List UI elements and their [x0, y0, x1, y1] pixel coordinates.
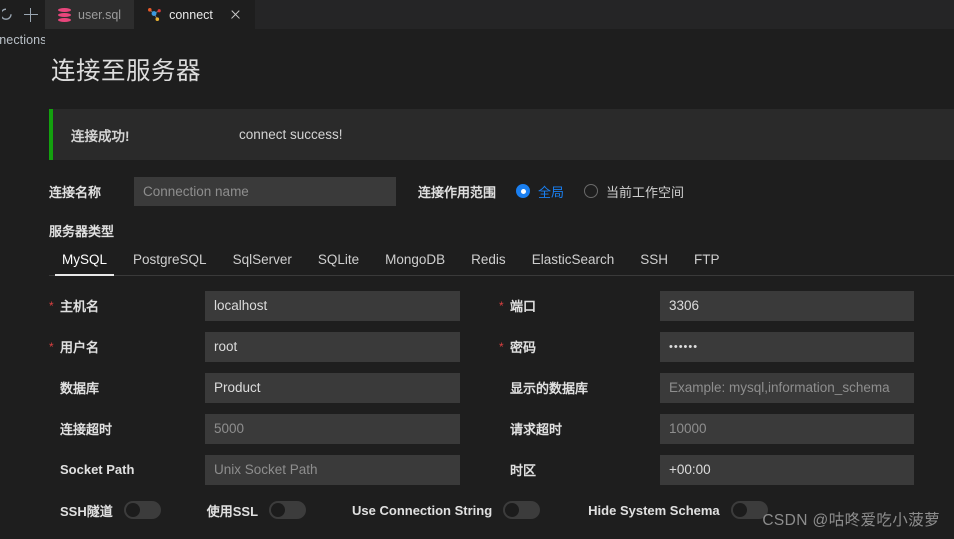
tab-mongodb[interactable]: MongoDB	[372, 246, 458, 275]
server-type-tabs: MySQL PostgreSQL SqlServer SQLite MongoD…	[49, 246, 954, 276]
use-connection-string-label: Use Connection String	[352, 502, 493, 518]
host-label: 主机名	[60, 299, 100, 314]
alert-title: 连接成功!	[71, 128, 130, 144]
toggle-use-ssl: 使用SSL	[206, 501, 307, 520]
toggle-ssh-tunnel: SSH隧道	[60, 501, 161, 520]
field-show-databases: * 显示的数据库	[499, 372, 954, 403]
radio-label: 全局	[538, 184, 565, 200]
tab-mysql[interactable]: MySQL	[49, 246, 120, 276]
username-label: 用户名	[60, 340, 100, 355]
timezone-input[interactable]	[660, 454, 914, 485]
use-ssl-label: 使用SSL	[206, 503, 259, 519]
ssh-tunnel-switch[interactable]	[123, 501, 161, 519]
connection-form: 连接名称 连接作用范围 全局 当前工作空间 服务器类型 MySQL	[45, 176, 954, 539]
connection-name-row: 连接名称 连接作用范围 全局 当前工作空间	[49, 176, 954, 206]
radio-scope-workspace[interactable]: 当前工作空间	[584, 182, 684, 201]
tab-elasticsearch[interactable]: ElasticSearch	[519, 246, 628, 275]
database-icon	[58, 7, 71, 22]
tab-label: connect	[169, 7, 213, 22]
add-connection-icon[interactable]	[23, 7, 39, 23]
tab-connect[interactable]: connect	[134, 0, 255, 29]
connection-dialog-window: Connections user.sql connect	[0, 0, 954, 539]
username-input[interactable]	[205, 331, 460, 362]
network-graph-icon	[147, 7, 162, 22]
field-row-host-port: * 主机名 * 端口	[49, 290, 954, 321]
hide-system-schema-label: Hide System Schema	[588, 502, 720, 518]
connect-timeout-input[interactable]	[205, 413, 460, 444]
radio-label: 当前工作空间	[606, 184, 685, 200]
password-label: 密码	[510, 340, 537, 355]
password-input[interactable]	[660, 331, 914, 362]
field-connect-timeout: * 连接超时	[49, 413, 499, 444]
host-input[interactable]	[205, 290, 460, 321]
field-row-user-password: * 用户名 * 密码	[49, 331, 954, 362]
field-password: * 密码	[499, 331, 954, 362]
required-marker: *	[49, 298, 54, 313]
rail-icon-group	[0, 0, 45, 29]
tab-ssh[interactable]: SSH	[627, 246, 681, 275]
field-host: * 主机名	[49, 290, 499, 321]
alert-message: connect success!	[239, 127, 343, 142]
connect-timeout-label: 连接超时	[60, 422, 113, 437]
rail-label: Connections	[0, 33, 45, 47]
tab-redis[interactable]: Redis	[458, 246, 519, 275]
request-timeout-label: 请求超时	[510, 422, 563, 437]
port-label: 端口	[510, 299, 537, 314]
field-row-timeouts: * 连接超时 * 请求超时	[49, 413, 954, 444]
tab-sqlserver[interactable]: SqlServer	[220, 246, 305, 275]
tab-bar-empty-space	[254, 0, 954, 29]
show-databases-input[interactable]	[660, 372, 914, 403]
close-icon[interactable]	[229, 8, 242, 21]
connection-page: 连接至服务器 连接成功! connect success! 连接名称 连接作用范…	[45, 29, 954, 539]
status-alert: 连接成功! connect success!	[49, 109, 954, 160]
radio-button-icon	[516, 184, 531, 198]
refresh-icon[interactable]	[2, 7, 17, 22]
radio-scope-global[interactable]: 全局	[516, 182, 564, 201]
left-rail: Connections	[0, 0, 45, 539]
tab-ftp[interactable]: FTP	[681, 246, 733, 275]
request-timeout-input[interactable]	[660, 413, 914, 444]
ssh-tunnel-label: SSH隧道	[60, 503, 113, 519]
connection-name-input[interactable]	[134, 176, 396, 206]
show-databases-label: 显示的数据库	[510, 381, 589, 396]
field-username: * 用户名	[49, 331, 499, 362]
tab-bar: user.sql connect	[45, 0, 954, 29]
toggle-hide-system-schema: Hide System Schema	[588, 501, 768, 519]
page-title: 连接至服务器	[51, 58, 201, 85]
required-marker: *	[49, 339, 54, 354]
port-input[interactable]	[660, 290, 914, 321]
connection-scope-group: 连接作用范围 全局 当前工作空间	[418, 182, 684, 201]
field-port: * 端口	[499, 290, 954, 321]
field-request-timeout: * 请求超时	[499, 413, 954, 444]
tab-label: user.sql	[78, 7, 122, 22]
tab-postgresql[interactable]: PostgreSQL	[120, 246, 220, 275]
fields-grid: * 主机名 * 端口 * 用户名	[49, 290, 954, 485]
field-socket-path: * Socket Path	[49, 454, 499, 485]
database-input[interactable]	[205, 372, 460, 403]
radio-button-icon	[584, 184, 599, 198]
socket-path-input[interactable]	[205, 454, 460, 485]
connection-scope-label: 连接作用范围	[418, 184, 497, 200]
use-ssl-switch[interactable]	[269, 501, 307, 519]
required-marker: *	[499, 339, 504, 354]
toggle-use-connection-string: Use Connection String	[352, 501, 541, 519]
socket-path-label: Socket Path	[60, 462, 135, 477]
connection-name-label: 连接名称	[49, 184, 102, 200]
field-database: * 数据库	[49, 372, 499, 403]
timezone-label: 时区	[510, 463, 537, 478]
database-label: 数据库	[60, 381, 100, 396]
field-row-database-showdb: * 数据库 * 显示的数据库	[49, 372, 954, 403]
watermark: CSDN @咕咚爱吃小菠萝	[762, 512, 940, 529]
required-marker: *	[499, 298, 504, 313]
use-connection-string-switch[interactable]	[503, 501, 541, 519]
tab-user-sql[interactable]: user.sql	[45, 0, 135, 29]
server-type-label: 服务器类型	[49, 224, 115, 239]
field-timezone: * 时区	[499, 454, 954, 485]
field-row-socket-timezone: * Socket Path * 时区	[49, 454, 954, 485]
tab-sqlite[interactable]: SQLite	[305, 246, 372, 275]
